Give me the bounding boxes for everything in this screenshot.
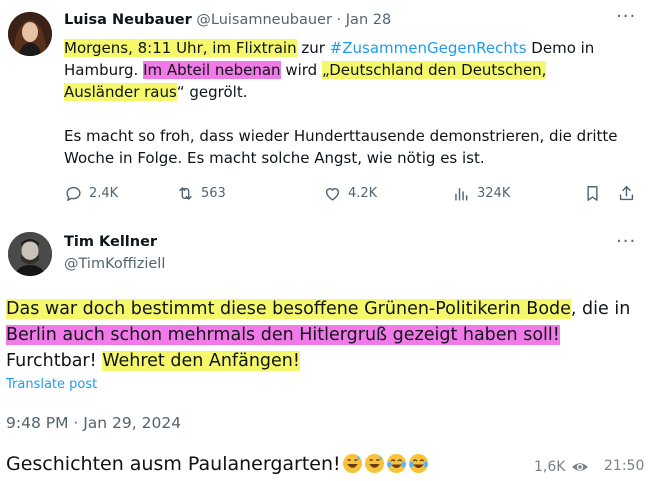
tim-avatar[interactable] <box>8 232 52 276</box>
message-views: 1,6K <box>534 458 589 476</box>
hashtag-link[interactable]: #ZusammenGegenRechts <box>330 39 527 57</box>
grinning-sweat-emoji-icon <box>364 453 384 474</box>
like-count: 4.2K <box>348 186 378 201</box>
eye-icon <box>572 463 589 471</box>
views-button[interactable]: 324K <box>452 184 510 203</box>
tweet2-timestamp[interactable]: 9:48 PM · Jan 29, 2024 <box>6 414 181 432</box>
tweet1-date[interactable]: Jan 28 <box>346 12 391 28</box>
tweet1-text: Morgens, 8:11 Uhr, im Flixtrain zur #Zus… <box>64 37 624 169</box>
tears-of-joy-emoji-icon <box>386 453 406 474</box>
tears-of-joy-emoji-icon <box>408 453 428 474</box>
share-icon <box>619 186 634 201</box>
tweet2-highlight-berlin: Berlin auch schon mehrmals den Hitlergru… <box>6 325 560 345</box>
tweet1-separator: · <box>331 12 346 28</box>
luisa-avatar[interactable] <box>8 12 52 56</box>
tweet1-text-part: wird <box>280 61 322 79</box>
bookmark-button[interactable] <box>583 184 602 203</box>
tweet1-author-handle[interactable]: @Luisamneubauer <box>196 12 332 28</box>
tweet2-author-name[interactable]: Tim Kellner <box>64 234 157 250</box>
tweet2-text-part: , die in <box>570 299 631 319</box>
tweet1-highlight-compartment: Im Abteil nebenan <box>143 61 281 79</box>
like-button[interactable]: 4.2K <box>323 184 377 203</box>
heart-icon <box>325 188 340 201</box>
views-count: 324K <box>477 186 511 201</box>
tweet1-header: Luisa Neubauer @Luisamneubauer · Jan 28 <box>64 12 391 28</box>
tweet2-text: Das war doch bestimmt diese besoffene Gr… <box>6 296 636 374</box>
message-time: 21:50 <box>604 458 645 474</box>
tweet2-highlight-claim: Das war doch bestimmt diese besoffene Gr… <box>6 299 571 319</box>
tweet2-more-button[interactable]: ··· <box>616 231 636 252</box>
grinning-sweat-emoji-icon <box>342 453 362 474</box>
repost-count: 563 <box>201 186 226 201</box>
tweet1-author-name[interactable]: Luisa Neubauer <box>64 12 192 28</box>
tweet1-more-button[interactable]: ··· <box>616 6 636 27</box>
share-button[interactable] <box>617 184 636 203</box>
reply-icon <box>66 186 81 201</box>
tweet2-text-part: Furchtbar! <box>6 351 103 371</box>
translate-post-link[interactable]: Translate post <box>6 377 97 392</box>
caption-text: Geschichten ausm Paulanergarten! <box>6 453 341 475</box>
message-caption: Geschichten ausm Paulanergarten! <box>6 453 429 475</box>
tweet1-text-part: zur <box>296 39 330 57</box>
tweet1-text-part: “ gegrölt. <box>176 83 248 101</box>
bookmark-icon <box>587 186 598 201</box>
tweet1-paragraph-2: Es macht so froh, dass wieder Hunderttau… <box>64 127 618 167</box>
tweet2-highlight-wehret: Wehret den Anfängen! <box>102 351 300 371</box>
tweet2-author-handle[interactable]: @TimKoffiziell <box>64 256 165 272</box>
repost-button[interactable]: 563 <box>176 184 226 203</box>
reply-button[interactable]: 2.4K <box>64 184 118 203</box>
reply-count: 2.4K <box>89 186 119 201</box>
tweet1-highlight-train: Morgens, 8:11 Uhr, im Flixtrain <box>64 39 297 57</box>
analytics-icon <box>455 188 468 201</box>
message-view-count: 1,6K <box>534 459 566 475</box>
repost-icon <box>179 187 192 200</box>
tweet1-action-bar: 2.4K 563 4.2K 324K <box>64 184 642 208</box>
